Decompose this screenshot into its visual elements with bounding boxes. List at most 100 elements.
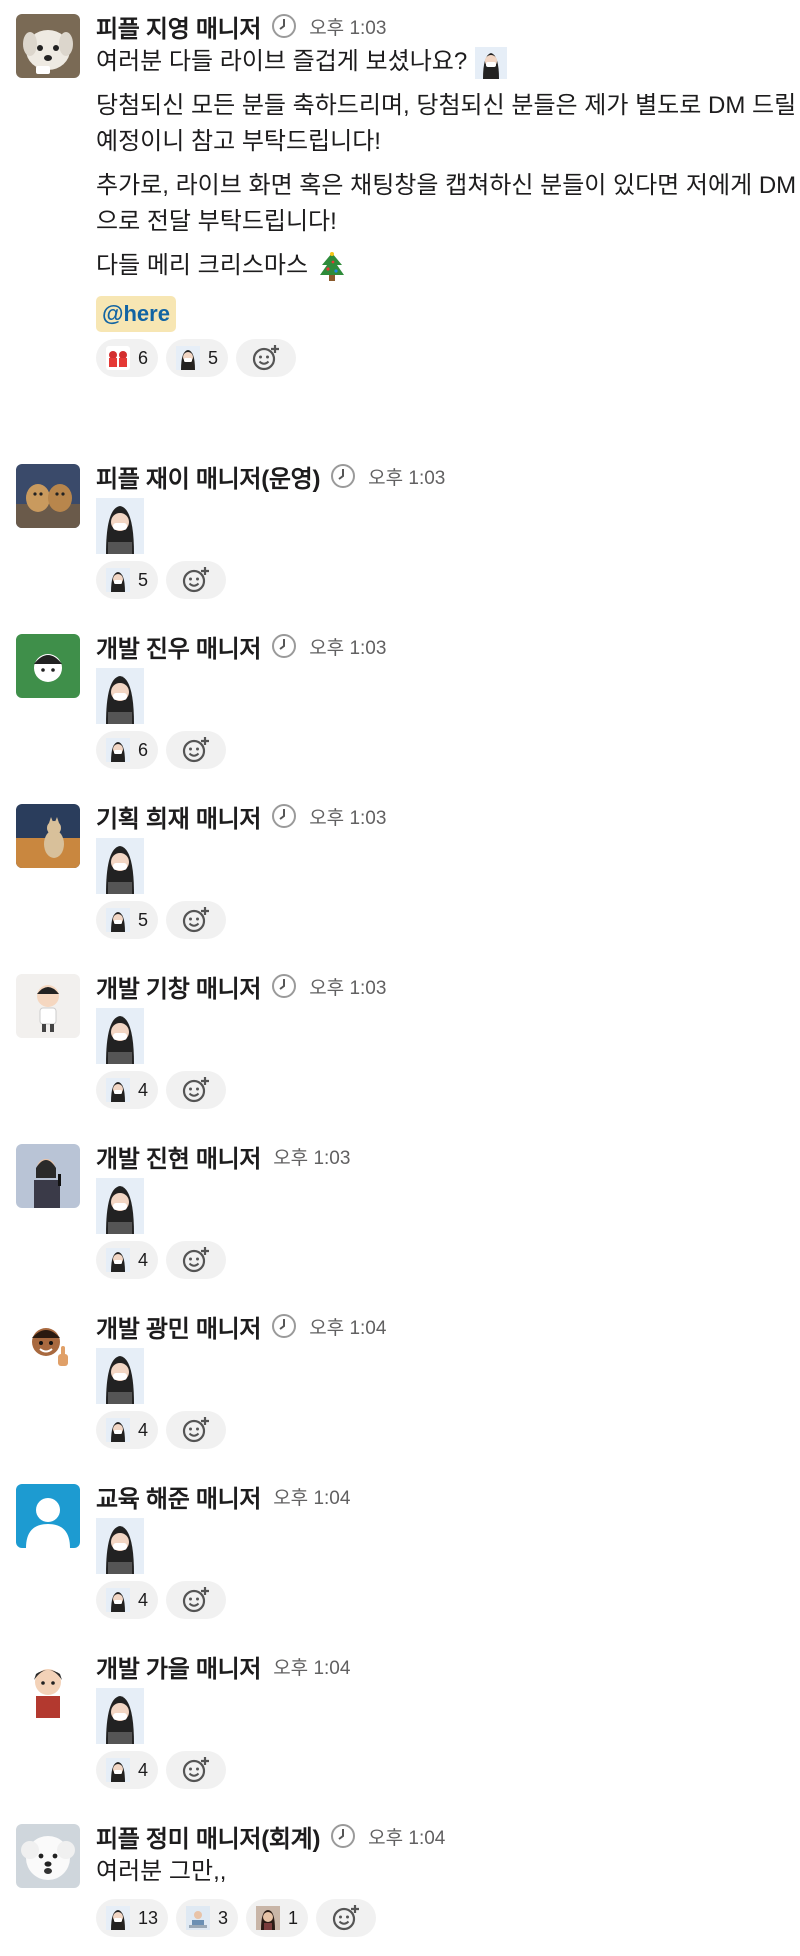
user-name[interactable]: 개발 기창 매니저: [96, 969, 262, 1004]
speaker-photo-avatar-icon: [16, 1144, 80, 1208]
message-line: 여러분 그만,,: [96, 1858, 227, 1885]
masked-girl-emoji-icon: [96, 838, 144, 894]
reaction-pill[interactable]: 4: [96, 1241, 159, 1279]
timestamp[interactable]: 오후 1:04: [368, 1823, 445, 1850]
timestamp[interactable]: 오후 1:03: [309, 13, 386, 40]
add-reaction-icon: [182, 737, 210, 763]
reaction-pill[interactable]: 13: [96, 1899, 169, 1937]
add-reaction-button[interactable]: [166, 1751, 227, 1789]
reaction-count: 5: [138, 909, 149, 930]
timestamp[interactable]: 오후 1:03: [368, 463, 445, 490]
avatar[interactable]: [16, 634, 80, 698]
reaction-pill[interactable]: 3: [176, 1899, 239, 1937]
clock-icon: [271, 1313, 297, 1339]
avatar[interactable]: [16, 974, 80, 1038]
avatar[interactable]: [16, 1654, 80, 1718]
reaction-pill[interactable]: 5: [96, 561, 159, 599]
timestamp[interactable]: 오후 1:03: [273, 1143, 350, 1170]
reaction-bar: 4: [96, 1240, 800, 1280]
masked-girl-emoji-icon: [96, 668, 144, 724]
reaction-count: 4: [138, 1759, 149, 1780]
user-name[interactable]: 교육 해준 매니저: [96, 1479, 262, 1514]
sunset-cat-avatar-icon: [16, 804, 80, 868]
message-line: 여러분 다들 라이브 즐겁게 보셨나요?: [96, 48, 468, 75]
masked-girl-emoji-icon: [106, 1588, 130, 1612]
reaction-count: 4: [138, 1589, 149, 1610]
timestamp[interactable]: 오후 1:03: [309, 973, 386, 1000]
masked-girl-emoji-icon: [176, 346, 201, 370]
add-reaction-button[interactable]: [166, 731, 227, 769]
clock-icon: [271, 803, 297, 829]
user-name[interactable]: 개발 광민 매니저: [96, 1309, 262, 1344]
desk-person-emoji-icon: [186, 1906, 211, 1930]
dark-hair-emoji-icon: [256, 1906, 281, 1930]
add-reaction-button[interactable]: [166, 1241, 227, 1279]
add-reaction-icon: [182, 1757, 210, 1783]
add-reaction-icon: [182, 1077, 210, 1103]
avatar[interactable]: [16, 1824, 80, 1888]
add-reaction-button[interactable]: [166, 1411, 227, 1449]
timestamp[interactable]: 오후 1:04: [309, 1313, 386, 1340]
user-name[interactable]: 개발 진현 매니저: [96, 1139, 262, 1174]
clock-icon: [271, 973, 297, 999]
reaction-pill[interactable]: 4: [96, 1071, 159, 1109]
avatar[interactable]: [16, 464, 80, 528]
clock-icon: [271, 13, 297, 39]
reaction-pill[interactable]: 6: [96, 339, 159, 377]
avatar[interactable]: [16, 804, 80, 868]
reaction-pill[interactable]: 4: [96, 1411, 159, 1449]
add-reaction-button[interactable]: [316, 1899, 377, 1937]
add-reaction-button[interactable]: [236, 339, 297, 377]
clock-icon: [271, 633, 297, 659]
reaction-bar: 4: [96, 1750, 800, 1790]
reaction-bar: 4: [96, 1410, 800, 1450]
reaction-pill[interactable]: 4: [96, 1581, 159, 1619]
masked-girl-emoji-icon: [106, 908, 130, 932]
white-dog-avatar-icon: [16, 14, 80, 78]
message-line: 다들 메리 크리스마스: [96, 252, 309, 279]
avatar[interactable]: [16, 14, 80, 78]
masked-girl-emoji-icon: [96, 1008, 144, 1064]
masked-girl-emoji-icon: [106, 1906, 130, 1930]
add-reaction-button[interactable]: [166, 901, 227, 939]
timestamp[interactable]: 오후 1:04: [273, 1653, 350, 1680]
add-reaction-button[interactable]: [166, 561, 227, 599]
user-name[interactable]: 피플 재이 매니저(운영): [96, 459, 320, 494]
user-name[interactable]: 피플 정미 매니저(회계): [96, 1819, 320, 1854]
reaction-bar: 6 5: [96, 338, 800, 378]
memoji-thumbs-avatar-icon: [16, 1314, 80, 1378]
user-name[interactable]: 피플 지영 매니저: [96, 9, 262, 44]
add-reaction-icon: [182, 567, 210, 593]
avatar[interactable]: [16, 1144, 80, 1208]
reaction-count: 6: [138, 739, 149, 760]
reaction-pill[interactable]: 1: [246, 1899, 309, 1937]
add-reaction-icon: [182, 1587, 210, 1613]
reaction-bar: 5: [96, 900, 800, 940]
reaction-bar: 4: [96, 1580, 800, 1620]
reaction-count: 4: [138, 1079, 149, 1100]
fluffy-dog-avatar-icon: [16, 1824, 80, 1888]
masked-girl-emoji-icon: [96, 1518, 144, 1574]
default-user-avatar-icon: [16, 1484, 80, 1548]
message-text: 여러분 다들 라이브 즐겁게 보셨나요?: [96, 44, 800, 80]
user-name[interactable]: 개발 가을 매니저: [96, 1649, 262, 1684]
reaction-count: 4: [138, 1419, 149, 1440]
reaction-pill[interactable]: 6: [96, 731, 159, 769]
avatar[interactable]: [16, 1314, 80, 1378]
timestamp[interactable]: 오후 1:03: [309, 803, 386, 830]
clock-icon: [330, 463, 356, 489]
timestamp[interactable]: 오후 1:04: [273, 1483, 350, 1510]
user-name[interactable]: 개발 진우 매니저: [96, 629, 262, 664]
avatar[interactable]: [16, 1484, 80, 1548]
add-reaction-button[interactable]: [166, 1071, 227, 1109]
user-name[interactable]: 기획 희재 매니저: [96, 799, 262, 834]
reaction-pill[interactable]: 5: [166, 339, 229, 377]
green-cartoon-avatar-icon: [16, 634, 80, 698]
timestamp[interactable]: 오후 1:03: [309, 633, 386, 660]
reaction-bar: 5: [96, 560, 800, 600]
reaction-pill[interactable]: 5: [96, 901, 159, 939]
here-mention[interactable]: @here: [96, 296, 176, 332]
add-reaction-button[interactable]: [166, 1581, 227, 1619]
masked-girl-emoji-icon: [106, 568, 130, 592]
reaction-pill[interactable]: 4: [96, 1751, 159, 1789]
